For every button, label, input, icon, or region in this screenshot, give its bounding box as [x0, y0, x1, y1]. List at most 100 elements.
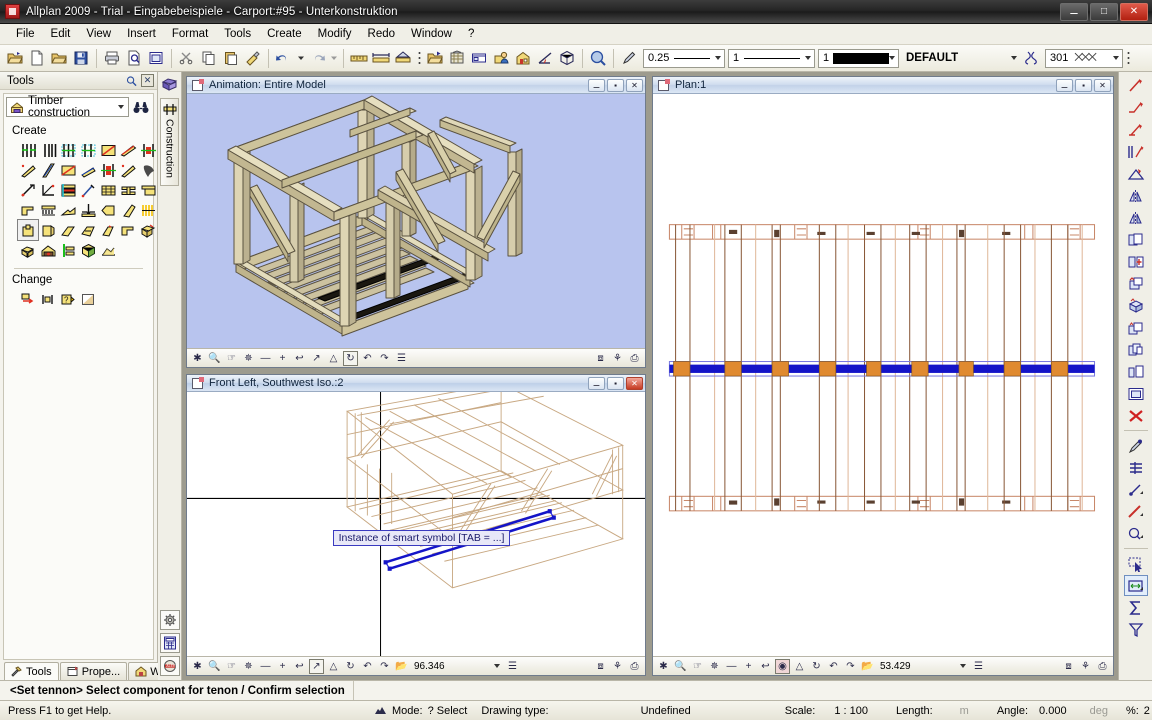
modify-element-icon[interactable] — [1124, 523, 1148, 544]
paste-icon[interactable] — [220, 47, 242, 69]
animation-restore-button[interactable]: ▪ — [607, 78, 624, 92]
new-window-icon[interactable]: ⎙ — [627, 659, 642, 674]
animation-close-button[interactable]: ✕ — [626, 78, 643, 92]
dovetail-icon[interactable] — [38, 220, 58, 240]
align-icon[interactable] — [1124, 361, 1148, 382]
previous-view-icon[interactable]: ↩ — [292, 659, 307, 674]
draw-line-icon[interactable] — [1124, 75, 1148, 96]
binoculars-icon[interactable] — [131, 98, 151, 116]
undo-icon[interactable] — [273, 47, 295, 69]
rafter-icon[interactable] — [118, 140, 138, 160]
bird-mouth-icon[interactable] — [138, 160, 158, 180]
animation-minimize-button[interactable]: ⚊ — [588, 78, 605, 92]
split-icon[interactable]: ⚘ — [610, 351, 625, 366]
plan-zoom-select[interactable]: 53.429 — [877, 659, 969, 673]
zoom-out-icon[interactable]: — — [258, 351, 273, 366]
tab-properties[interactable]: Prope... — [59, 662, 128, 680]
snap-icon[interactable]: ✱ — [190, 659, 205, 674]
split-icon[interactable]: ⚘ — [1078, 659, 1093, 674]
finger-joint-icon[interactable] — [138, 200, 158, 220]
layered-beam-icon[interactable] — [58, 180, 78, 200]
toolbar-overflow-icon[interactable] — [1123, 47, 1133, 69]
surface-properties-icon[interactable] — [78, 289, 98, 309]
plan-close-button[interactable]: ✕ — [1094, 78, 1111, 92]
angled-strut-icon[interactable] — [78, 160, 98, 180]
animation-canvas[interactable] — [187, 94, 645, 348]
tenon-joint-icon[interactable] — [78, 200, 98, 220]
building-structure-icon[interactable] — [512, 47, 534, 69]
query-component-icon[interactable]: ? — [58, 289, 78, 309]
undo-view-icon[interactable]: ↶ — [826, 659, 841, 674]
line-weight-select[interactable]: 0.25 — [643, 48, 725, 68]
beam-connector-icon[interactable] — [58, 240, 78, 260]
scarf-joint-icon[interactable] — [58, 200, 78, 220]
save-view-icon[interactable]: ☰ — [394, 351, 409, 366]
diagonal-member-icon[interactable] — [58, 160, 78, 180]
step-joint-icon[interactable] — [18, 200, 38, 220]
menu-create[interactable]: Create — [259, 26, 310, 42]
notch-beam-icon[interactable] — [138, 180, 158, 200]
status-scale-value[interactable]: 1 : 100 — [820, 705, 868, 717]
new-file-icon[interactable] — [26, 47, 48, 69]
plan-minimize-button[interactable]: ⚊ — [1056, 78, 1073, 92]
home-view-icon[interactable]: △ — [326, 659, 341, 674]
home-view-icon[interactable]: △ — [326, 351, 341, 366]
calculator-icon[interactable] — [159, 633, 180, 653]
purlin-joint-icon[interactable] — [138, 140, 158, 160]
multi-parallel-icon[interactable] — [1124, 141, 1148, 162]
roof-surface-icon[interactable] — [98, 240, 118, 260]
maximize-button[interactable]: □ — [1090, 2, 1118, 21]
menu-window[interactable]: Window — [403, 26, 460, 42]
iso-canvas[interactable]: Instance of smart symbol [TAB = ...] — [187, 392, 645, 656]
zoom-icon[interactable]: 🔍 — [673, 659, 688, 674]
draw-polyline-icon[interactable] — [1124, 97, 1148, 118]
modify-component-icon[interactable] — [18, 289, 38, 309]
previous-view-icon[interactable]: ↩ — [292, 351, 307, 366]
plan-canvas[interactable] — [653, 94, 1113, 656]
filter-icon[interactable] — [1124, 619, 1148, 640]
minimize-button[interactable]: ⚊ — [1060, 2, 1088, 21]
chamfer-icon[interactable] — [58, 220, 78, 240]
new-window-icon[interactable]: ⎙ — [627, 351, 642, 366]
menu-file[interactable]: File — [8, 26, 43, 42]
modify-point-icon[interactable] — [1124, 479, 1148, 500]
status-percent-value[interactable]: 2 — [1144, 705, 1150, 717]
mortise-icon[interactable] — [17, 219, 39, 241]
rebate-icon[interactable] — [78, 220, 98, 240]
layer-lock-icon[interactable] — [1020, 47, 1042, 69]
measure-element-icon[interactable] — [1123, 575, 1148, 596]
layer-select[interactable]: DEFAULT — [902, 49, 1020, 68]
help-search-icon[interactable] — [587, 47, 609, 69]
more-options-icon[interactable] — [414, 47, 424, 69]
zoom-icon[interactable]: 🔍 — [207, 659, 222, 674]
save-view-icon[interactable]: ☰ — [971, 659, 986, 674]
status-mode-value[interactable]: ? Select — [428, 705, 468, 717]
duplicate-icon[interactable] — [1124, 339, 1148, 360]
layer-icon[interactable] — [446, 47, 468, 69]
zoom-window-icon[interactable]: ◉ — [775, 658, 790, 674]
zoom-icon[interactable]: 🔍 — [207, 351, 222, 366]
cube-view-icon[interactable] — [556, 47, 578, 69]
status-length-unit[interactable]: m — [938, 705, 969, 717]
iso-minimize-button[interactable]: ⚊ — [588, 376, 605, 390]
double-t-beam-icon[interactable] — [118, 180, 138, 200]
pan-icon[interactable]: ☞ — [690, 659, 705, 674]
insert-element-icon[interactable] — [1124, 251, 1148, 272]
menu-format[interactable]: Format — [164, 26, 216, 42]
modify-format-icon[interactable] — [1124, 457, 1148, 478]
open-drawing-file-icon[interactable] — [424, 47, 446, 69]
mirror-copy-icon[interactable] — [1124, 207, 1148, 228]
refresh-icon[interactable]: ↻ — [809, 659, 824, 674]
diagonal-brace-icon[interactable] — [98, 140, 118, 160]
pipette-icon[interactable] — [1124, 435, 1148, 456]
palette-stack-icon[interactable] — [160, 74, 180, 94]
pin-icon[interactable] — [125, 74, 138, 87]
zoom-window-icon[interactable]: ↗ — [309, 658, 324, 674]
align-beam-icon[interactable] — [38, 289, 58, 309]
iso-zoom-select[interactable]: 96.346 — [411, 659, 503, 673]
redo-dropdown-icon[interactable] — [328, 47, 339, 69]
copy-icon[interactable] — [198, 47, 220, 69]
iso-close-button[interactable]: ✕ — [626, 376, 643, 390]
frame-icon[interactable] — [1124, 383, 1148, 404]
wall-beam-pair-icon[interactable] — [18, 140, 38, 160]
